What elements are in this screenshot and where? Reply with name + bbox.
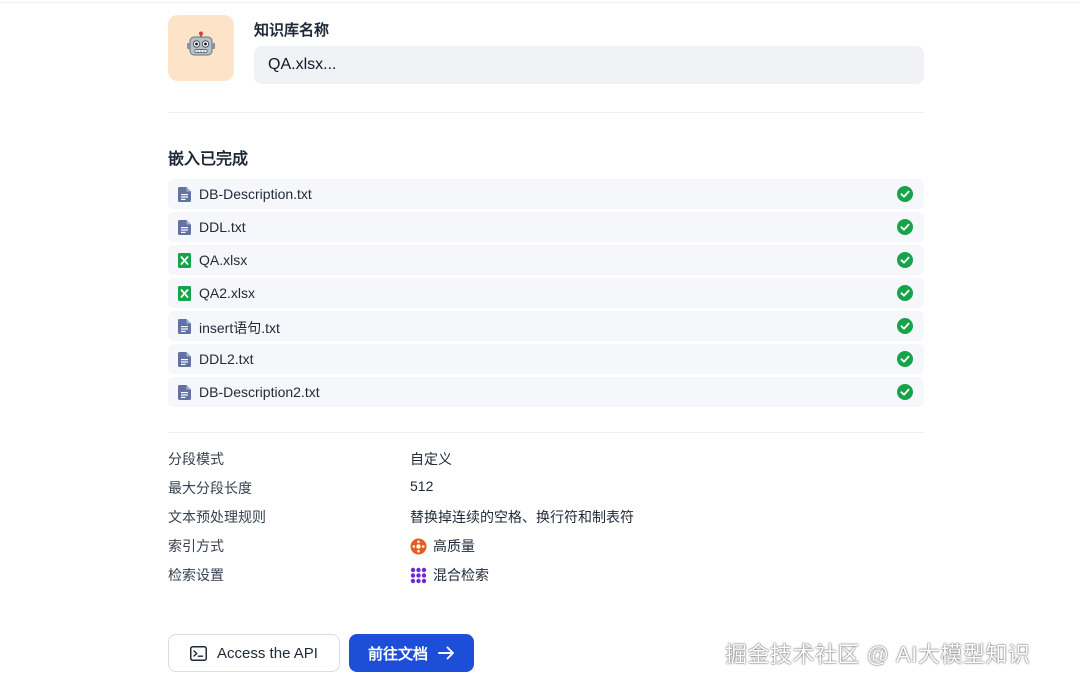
excel-file-icon [178, 286, 191, 301]
text-file-icon [178, 319, 191, 334]
watermark: 掘金技术社区 @ AI大模型知识 [725, 642, 1031, 667]
go-to-docs-button[interactable]: 前往文档 [349, 634, 474, 672]
kb-name-input[interactable]: QA.xlsx... [254, 46, 924, 84]
file-name: QA2.xlsx [199, 285, 256, 301]
check-circle-icon [897, 351, 913, 367]
setting-value-text: 混合检索 [433, 567, 489, 583]
setting-row-index-mode: 索引方式 高质量 [168, 536, 924, 565]
check-circle-icon [897, 285, 913, 301]
text-file-icon [178, 352, 191, 367]
embedded-file-list: DB-Description.txt DDL.txt QA.xlsx QA2.x… [168, 179, 924, 410]
setting-label: 文本预处理规则 [168, 509, 266, 525]
check-circle-icon [897, 186, 913, 202]
file-name: DB-Description.txt [199, 186, 312, 202]
file-name: DDL2.txt [199, 351, 254, 367]
setting-label: 检索设置 [168, 567, 224, 583]
hybrid-search-icon [410, 567, 427, 583]
top-divider [0, 2, 1080, 3]
access-api-button[interactable]: Access the API [168, 634, 340, 672]
setting-value-text: 替换掉连续的空格、换行符和制表符 [410, 509, 634, 525]
robot-icon [186, 31, 216, 66]
file-row[interactable]: QA.xlsx [168, 245, 924, 275]
text-file-icon [178, 385, 191, 400]
setting-label: 索引方式 [168, 538, 224, 554]
terminal-icon [190, 645, 208, 661]
setting-value-text: 自定义 [410, 451, 452, 467]
setting-label: 分段模式 [168, 451, 224, 467]
setting-value: 混合检索 [410, 565, 489, 585]
file-row[interactable]: DB-Description.txt [168, 179, 924, 209]
kb-name-label: 知识库名称 [254, 22, 330, 39]
setting-row-segment-mode: 分段模式 自定义 [168, 449, 924, 478]
setting-row-retrieval: 检索设置 混合检索 [168, 565, 924, 594]
file-name: DDL.txt [199, 219, 246, 235]
check-circle-icon [897, 384, 913, 400]
arrow-right-icon [438, 646, 454, 660]
setting-value: 512 [410, 478, 433, 494]
file-row[interactable]: DDL2.txt [168, 344, 924, 374]
check-circle-icon [897, 318, 913, 334]
excel-file-icon [178, 253, 191, 268]
high-quality-icon [410, 538, 427, 554]
section-divider [168, 112, 924, 113]
embedding-status-title: 嵌入已完成 [168, 151, 249, 168]
file-row[interactable]: QA2.xlsx [168, 278, 924, 308]
file-row[interactable]: DDL.txt [168, 212, 924, 242]
setting-value-text: 高质量 [433, 538, 475, 554]
file-name: DB-Description2.txt [199, 384, 320, 400]
check-circle-icon [897, 219, 913, 235]
setting-value-text: 512 [410, 478, 434, 494]
file-name: insert语句.txt [199, 320, 280, 336]
settings-summary: 分段模式 自定义 最大分段长度 512 文本预处理规则 替换掉连续的空格、换行符… [168, 449, 924, 594]
check-circle-icon [897, 252, 913, 268]
setting-label: 最大分段长度 [168, 480, 252, 496]
setting-row-max-length: 最大分段长度 512 [168, 478, 924, 507]
section-divider [168, 432, 924, 433]
setting-value: 自定义 [410, 449, 452, 469]
kb-avatar[interactable] [168, 15, 234, 81]
setting-value: 高质量 [410, 536, 475, 556]
knowledge-base-header: 知识库名称 QA.xlsx... [168, 15, 924, 85]
go-to-docs-label: 前往文档 [367, 645, 428, 663]
file-row[interactable]: insert语句.txt [168, 311, 924, 341]
setting-value: 替换掉连续的空格、换行符和制表符 [410, 507, 634, 527]
text-file-icon [178, 220, 191, 235]
file-row[interactable]: DB-Description2.txt [168, 377, 924, 407]
setting-row-preprocess-rules: 文本预处理规则 替换掉连续的空格、换行符和制表符 [168, 507, 924, 536]
file-name: QA.xlsx [199, 252, 248, 268]
access-api-label: Access the API [217, 644, 318, 662]
text-file-icon [178, 187, 191, 202]
